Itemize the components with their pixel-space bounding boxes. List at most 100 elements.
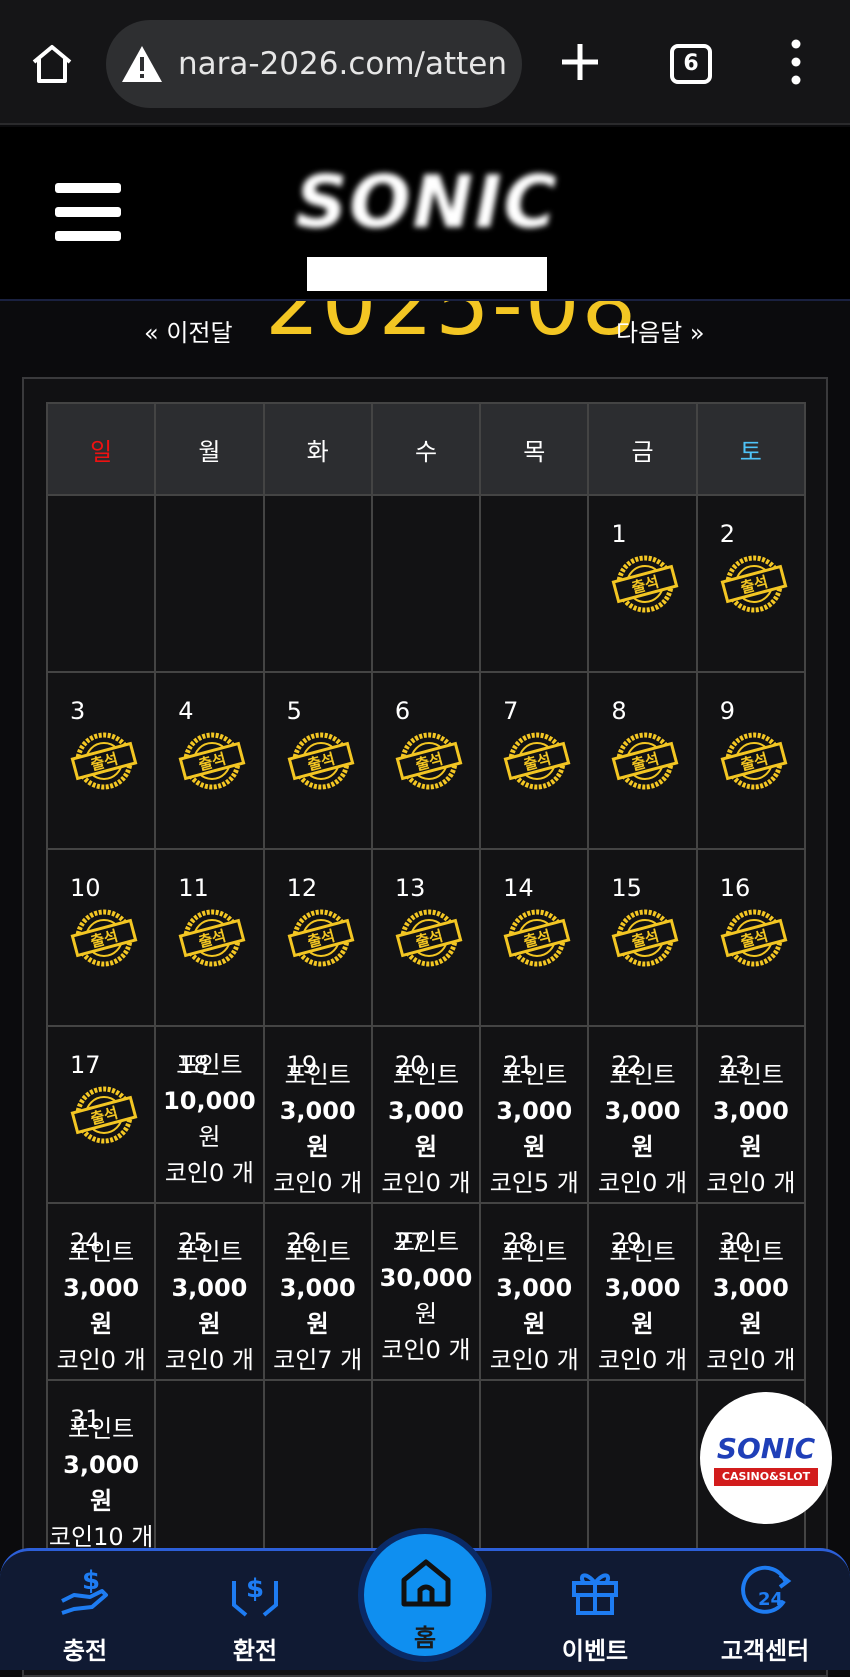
reward-amount: 3,000 원 — [712, 1274, 789, 1338]
reward-coin: 코인0 개 — [489, 1346, 579, 1374]
weekday-mon: 월 — [154, 402, 265, 496]
day-cell[interactable]: 9 출석 — [695, 671, 807, 850]
nav-deposit[interactable]: $ 충전 — [20, 1561, 150, 1666]
day-cell[interactable]: 14 출석 — [479, 848, 590, 1027]
day-cell[interactable]: 31 포인트 3,000 원 코인10 개 — [45, 1379, 157, 1558]
sonic-floating-badge[interactable]: SONIC CASINO&SLOT — [700, 1392, 832, 1524]
day-cell[interactable]: 26 포인트 3,000 원 코인7 개 — [262, 1202, 373, 1381]
attendance-stamp-icon: 출석 — [720, 909, 788, 967]
attendance-stamp-icon: 출석 — [178, 732, 246, 790]
day-cell[interactable]: 20 포인트 3,000 원 코인0 개 — [370, 1025, 482, 1204]
day-number: 4 — [178, 697, 194, 725]
deposit-icon: $ — [61, 1566, 108, 1615]
reward-amount: 3,000 원 — [63, 1274, 140, 1338]
day-cell[interactable]: 15 출석 — [587, 848, 698, 1027]
day-number: 9 — [719, 697, 735, 725]
home-icon[interactable] — [30, 42, 74, 86]
day-cell[interactable]: 10 출석 — [45, 848, 157, 1027]
attendance-stamp-icon: 출석 — [612, 909, 679, 967]
reward-amount: 3,000 원 — [63, 1451, 140, 1515]
attendance-stamp-icon: 출석 — [70, 1086, 138, 1144]
reward-amount: 3,000 원 — [496, 1274, 573, 1338]
day-cell[interactable]: 17 출석 — [45, 1025, 157, 1204]
reward-point-label: 포인트 — [717, 1061, 784, 1089]
day-cell[interactable]: 25 포인트 3,000 원 코인0 개 — [154, 1202, 265, 1381]
day-number: 2 — [719, 520, 735, 548]
day-cell[interactable]: 5 출석 — [262, 671, 373, 850]
empty-day-cell — [370, 494, 482, 673]
day-number: 16 — [719, 874, 751, 902]
reward-coin: 코인0 개 — [381, 1336, 471, 1364]
reward-amount: 30,000 — [379, 1264, 473, 1292]
calendar-week: 1 출석 2 출석 — [45, 494, 807, 673]
reward-coin: 코인0 개 — [706, 1169, 796, 1197]
day-cell[interactable]: 6 출석 — [370, 671, 482, 850]
nav-support[interactable]: 24 고객센터 — [700, 1561, 830, 1666]
day-cell[interactable]: 11 출석 — [154, 848, 265, 1027]
attendance-stamp-icon: 출석 — [287, 909, 354, 967]
day-cell[interactable]: 28 포인트 3,000 원 코인0 개 — [479, 1202, 590, 1381]
badge-subtitle: CASINO&SLOT — [714, 1468, 818, 1486]
more-menu-icon[interactable] — [784, 38, 808, 86]
tab-switcher-button[interactable]: 6 — [670, 44, 712, 84]
empty-day-cell — [479, 1379, 590, 1558]
nav-home-label: 홈 — [413, 1624, 437, 1652]
reward-point-label: 포인트 — [176, 1238, 243, 1266]
url-text[interactable]: nara-2026.com/atten — [178, 46, 508, 82]
attendance-stamp-icon: 출석 — [287, 732, 354, 790]
day-cell[interactable]: 29 포인트 3,000 원 코인0 개 — [587, 1202, 698, 1381]
weekday-fri: 금 — [587, 402, 698, 496]
reward-unit: 원 — [414, 1300, 438, 1328]
day-cell[interactable]: 16 출석 — [695, 848, 807, 1027]
new-tab-icon[interactable] — [558, 40, 602, 84]
day-cell[interactable]: 24 포인트 3,000 원 코인0 개 — [45, 1202, 157, 1381]
nav-withdraw[interactable]: $ 환전 — [190, 1561, 320, 1666]
reward-coin: 코인0 개 — [56, 1346, 146, 1374]
day-cell[interactable]: 30 포인트 3,000 원 코인0 개 — [695, 1202, 807, 1381]
reward-coin: 코인0 개 — [381, 1169, 471, 1197]
address-bar[interactable]: nara-2026.com/atten — [106, 20, 522, 108]
nav-event[interactable]: 이벤트 — [530, 1561, 660, 1666]
attendance-stamp-icon: 출석 — [70, 909, 138, 967]
day-number: 17 — [70, 1051, 101, 1079]
empty-day-cell — [587, 1379, 698, 1558]
day-cell[interactable]: 19 포인트 3,000 원 코인0 개 — [262, 1025, 373, 1204]
day-cell[interactable]: 7 출석 — [479, 671, 590, 850]
hamburger-menu-icon[interactable] — [55, 183, 121, 243]
weekday-header-row: 일 월 화 수 목 금 토 — [45, 402, 807, 496]
day-cell[interactable]: 23 포인트 3,000 원 코인0 개 — [695, 1025, 807, 1204]
empty-day-cell — [262, 494, 373, 673]
day-cell[interactable]: 18 포인트 10,000 원 코인0 개 — [154, 1025, 265, 1204]
reward-coin: 코인0 개 — [597, 1346, 688, 1374]
day-cell[interactable]: 8 출석 — [587, 671, 698, 850]
day-cell[interactable]: 12 출석 — [262, 848, 373, 1027]
reward-amount: 3,000 원 — [279, 1274, 356, 1338]
reward-amount: 3,000 원 — [604, 1097, 681, 1161]
calendar-week: 24 포인트 3,000 원 코인0 개 25 포인트 3,000 원 코인0 … — [45, 1202, 807, 1381]
empty-day-cell — [479, 494, 590, 673]
day-cell[interactable]: 21 포인트 3,000 원 코인5 개 — [479, 1025, 590, 1204]
reward-info: 포인트 3,000 원 코인0 개 — [698, 1234, 804, 1378]
attendance-stamp-icon: 출석 — [503, 732, 571, 790]
attendance-stamp-icon: 출석 — [720, 732, 788, 790]
warning-icon[interactable] — [120, 42, 164, 86]
next-month-link[interactable]: 다음달 » — [616, 313, 705, 348]
reward-info: 포인트 3,000 원 코인5 개 — [481, 1057, 587, 1201]
day-cell[interactable]: 22 포인트 3,000 원 코인0 개 — [587, 1025, 698, 1204]
day-cell[interactable]: 13 출석 — [370, 848, 482, 1027]
site-logo[interactable]: SONIC — [282, 157, 572, 291]
day-cell[interactable]: 1 출석 — [587, 494, 698, 673]
day-cell[interactable]: 2 출석 — [695, 494, 807, 673]
day-number: 3 — [70, 697, 86, 725]
nav-home[interactable]: 홈 — [358, 1528, 492, 1662]
prev-month-link[interactable]: « 이전달 — [144, 313, 233, 348]
day-cell[interactable]: 4 출석 — [154, 671, 265, 850]
day-cell[interactable]: 27 포인트 30,000 원 코인0 개 — [370, 1202, 482, 1381]
reward-point-label: 포인트 — [717, 1238, 784, 1266]
day-number: 14 — [503, 874, 534, 902]
reward-amount: 3,000 원 — [388, 1097, 464, 1161]
day-cell[interactable]: 3 출석 — [45, 671, 157, 850]
home-icon — [401, 1559, 451, 1607]
logo-text: SONIC — [295, 160, 559, 244]
badge-title: SONIC — [716, 1432, 816, 1465]
